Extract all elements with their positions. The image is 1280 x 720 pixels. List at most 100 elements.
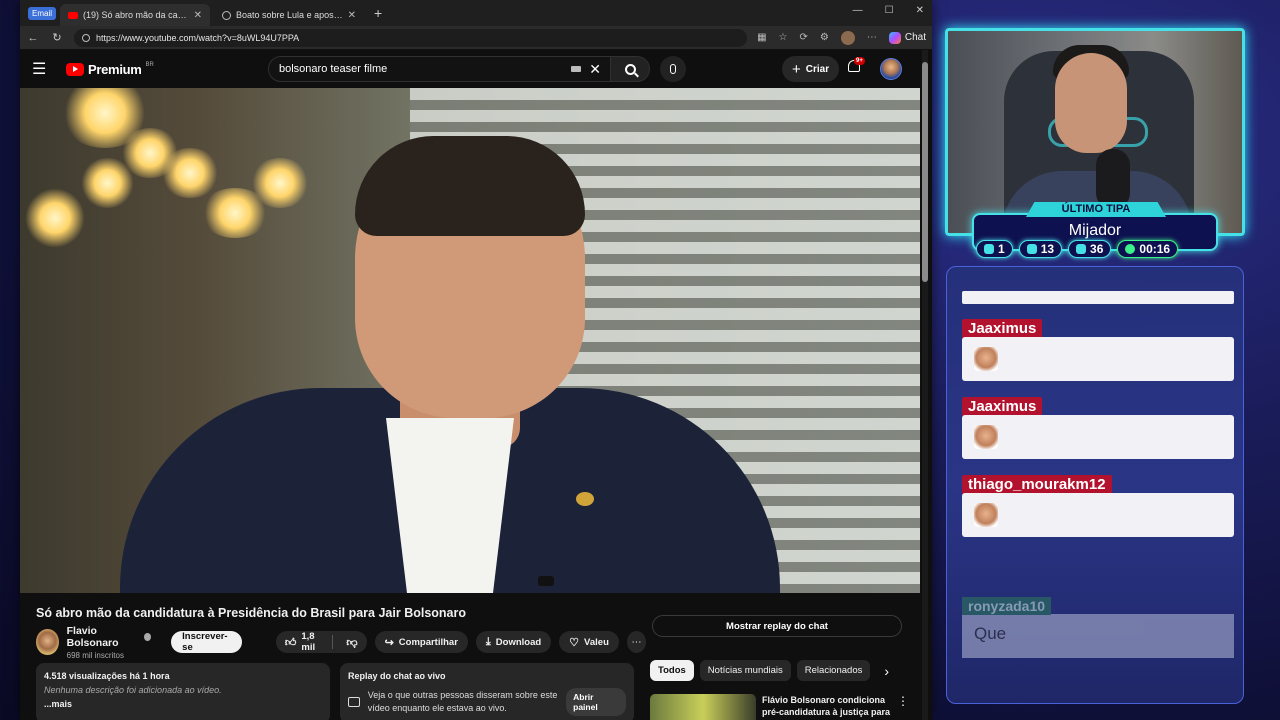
emote-icon: [974, 425, 998, 449]
recommendation-title[interactable]: Flávio Bolsonaro condiciona pré-candidat…: [762, 694, 896, 720]
channel-name: Flavio Bolsonaro: [66, 624, 119, 649]
youtube-header: ☰ Premium BR bolsonaro teaser filme ✕ + …: [20, 50, 932, 88]
timer-value: 00:16: [1139, 242, 1171, 256]
download-button[interactable]: ⤓ Download: [475, 631, 552, 653]
chat-message-body: [962, 337, 1234, 381]
reload-icon[interactable]: ↻: [50, 31, 64, 44]
maximize-button[interactable]: ☐: [885, 5, 894, 16]
favorite-star-icon[interactable]: ☆: [779, 32, 788, 43]
address-bar-row: ← ↻ https://www.youtube.com/watch?v=8uWL…: [20, 26, 932, 50]
studio-microphone: [1096, 149, 1130, 209]
scroll-thumb[interactable]: [922, 62, 928, 282]
light-glow: [160, 148, 220, 198]
download-label: Download: [495, 636, 542, 648]
youtube-logo[interactable]: Premium BR: [66, 62, 154, 77]
menu-icon[interactable]: ☰: [32, 59, 52, 79]
voice-search-button[interactable]: [660, 56, 686, 82]
channel-avatar[interactable]: [36, 629, 59, 655]
description-box[interactable]: 4.518 visualizações há 1 hora Nenhuma de…: [36, 663, 330, 720]
dislike-button[interactable]: 👎︎: [337, 631, 366, 653]
tab-title: (19) Só abro mão da candidatura à: [83, 10, 189, 20]
more-menu-icon[interactable]: ⋯: [867, 32, 877, 43]
youtube-favicon-icon: [68, 11, 79, 19]
lapel-pin: [576, 492, 594, 506]
tab-title: Boato sobre Lula e aposentadoria: [236, 10, 343, 20]
viewer-count: 36: [1090, 242, 1104, 256]
channel-name-row[interactable]: Flavio Bolsonaro: [67, 625, 152, 649]
video-player[interactable]: [20, 88, 920, 593]
like-button[interactable]: 👍︎ 1,8 mil: [276, 631, 327, 653]
chat-message-body: [962, 493, 1234, 537]
toolbar-icons: ▦ ☆ ⟳ ⚙ ⋯ Chat: [757, 30, 926, 45]
subscriber-count: 698 mil inscritos: [66, 650, 124, 660]
last-tip-name: Mijador: [1068, 222, 1122, 239]
recommendation-more-icon[interactable]: ⋮: [897, 694, 909, 708]
more-actions-icon[interactable]: ⋯: [626, 631, 647, 653]
profile-avatar[interactable]: [840, 30, 855, 45]
create-label: Criar: [805, 63, 830, 75]
tab-email-badge[interactable]: Email: [28, 6, 57, 20]
stream-chat-panel: Jaaximus Jaaximus thiago_mourakm12 ronyz…: [946, 266, 1244, 704]
search-input[interactable]: bolsonaro teaser filme ✕: [268, 56, 612, 82]
share-button[interactable]: ↪ Compartilhar: [374, 631, 468, 653]
light-glow: [25, 188, 85, 248]
account-avatar[interactable]: [880, 58, 902, 80]
close-tab-icon[interactable]: ✕: [194, 10, 202, 21]
chip-related[interactable]: Relacionados: [796, 660, 871, 681]
chat-replay-row: Veja o que outras pessoas disseram sobre…: [348, 688, 627, 716]
page-scrollbar[interactable]: [922, 50, 928, 720]
tab-bar: Email (19) Só abro mão da candidatura à …: [20, 0, 932, 26]
stream-stats: 1 13 36 00:16: [976, 240, 1179, 258]
chevron-right-icon[interactable]: ›: [884, 663, 889, 679]
youtube-icon: [1026, 244, 1037, 254]
subscribe-button[interactable]: Inscrever-se: [171, 631, 242, 653]
open-panel-button[interactable]: Abrir painel: [566, 688, 627, 716]
like-count: 1,8 mil: [301, 631, 316, 653]
recommendation-thumbnail[interactable]: [650, 694, 756, 720]
emote-icon: [974, 347, 998, 371]
show-more-link[interactable]: ...mais: [44, 699, 322, 709]
chat-count: 1: [998, 242, 1005, 256]
chat-message-body: [962, 415, 1234, 459]
streamer-head: [1055, 53, 1127, 153]
microphone-icon: [670, 64, 676, 74]
view-count-date: 4.518 visualizações há 1 hora: [44, 671, 170, 681]
close-window-button[interactable]: ✕: [916, 5, 924, 16]
emote-icon: [974, 503, 998, 527]
app-grid-icon[interactable]: ▦: [757, 32, 766, 43]
show-chat-replay-button[interactable]: Mostrar replay do chat: [652, 615, 902, 637]
close-tab-icon[interactable]: ✕: [348, 10, 356, 21]
globe-favicon-icon: [222, 10, 232, 20]
download-icon: ⤓: [485, 635, 491, 648]
minimize-button[interactable]: —: [853, 5, 863, 16]
chat-replay-title: Replay do chat ao vivo: [348, 671, 446, 681]
youtube-count-stat: 13: [1018, 240, 1063, 258]
chat-message: Jaaximus: [962, 319, 1234, 381]
chat-count-stat: 1: [976, 240, 1013, 258]
new-tab-button[interactable]: +: [368, 5, 388, 21]
light-glow: [80, 158, 135, 208]
extensions-icon[interactable]: ⚙: [820, 32, 829, 43]
description-text: Nenhuma descrição foi adicionada ao víde…: [44, 685, 222, 695]
clear-search-icon[interactable]: ✕: [589, 61, 601, 78]
video-title: Só abro mão da candidatura à Presidência…: [36, 606, 466, 620]
copilot-chat-button[interactable]: Chat: [888, 31, 926, 44]
chat-username: Jaaximus: [962, 397, 1043, 417]
clock-icon: [1125, 244, 1136, 254]
plus-icon: +: [792, 60, 801, 78]
search-button[interactable]: [610, 56, 650, 82]
keyboard-icon[interactable]: [571, 66, 582, 72]
logo-text: Premium: [88, 61, 142, 77]
last-tip-header: ÚLTIMO TIPA: [1026, 202, 1166, 217]
create-button[interactable]: + Criar: [782, 56, 840, 82]
address-bar[interactable]: https://www.youtube.com/watch?v=8uWL94U7…: [74, 28, 748, 47]
chip-world-news[interactable]: Notícias mundiais: [699, 660, 791, 681]
chip-all[interactable]: Todos: [650, 660, 694, 681]
tab-youtube-video[interactable]: (19) Só abro mão da candidatura à ✕: [60, 4, 211, 26]
refresh-extension-icon[interactable]: ⟳: [800, 32, 808, 43]
tab-news-article[interactable]: Boato sobre Lula e aposentadoria ✕: [214, 4, 364, 26]
site-info-icon[interactable]: [82, 33, 90, 42]
thanks-button[interactable]: ♡ Valeu: [559, 631, 619, 653]
back-arrow-icon[interactable]: ←: [26, 32, 40, 44]
faded-chat-message: ronyzada10 Que: [962, 597, 1234, 658]
